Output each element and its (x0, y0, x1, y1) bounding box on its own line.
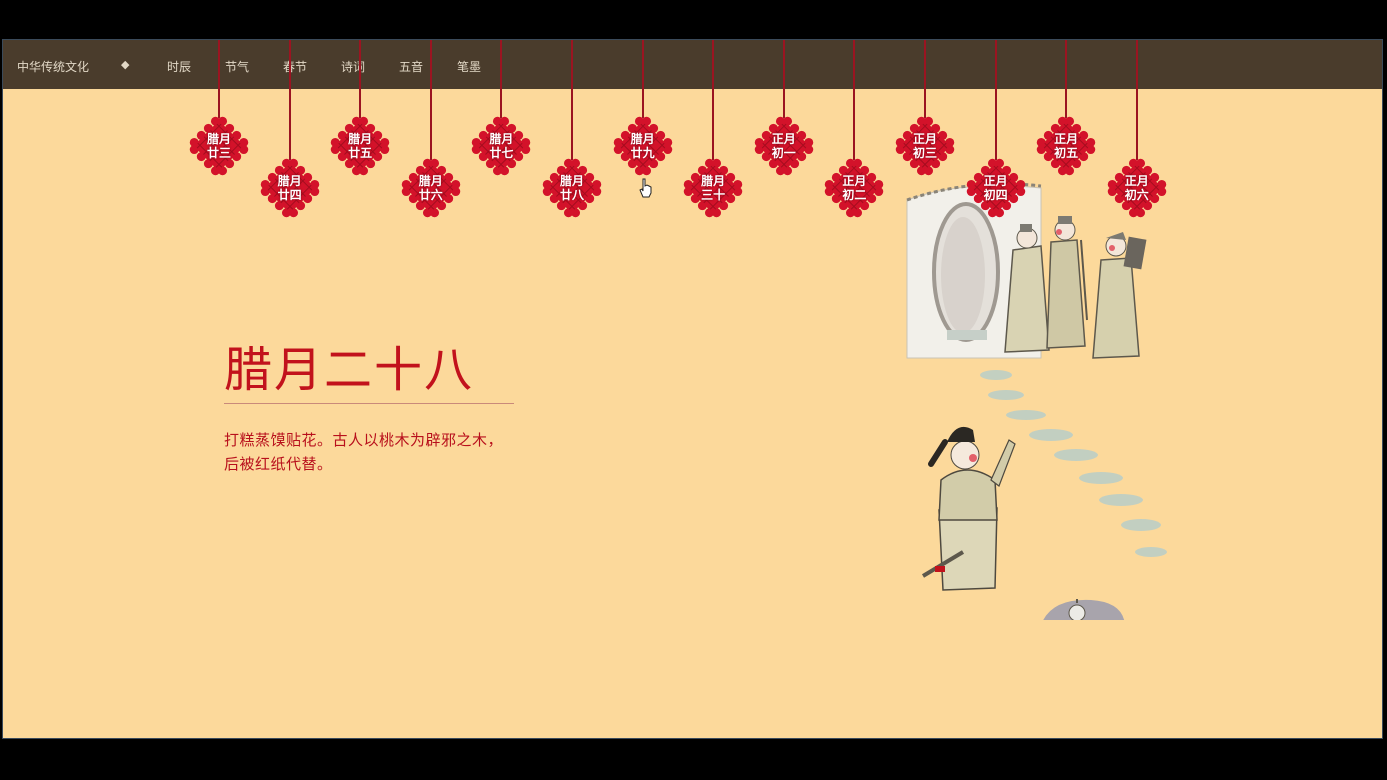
knot-day-label: 廿九 (630, 146, 655, 160)
knot-string (924, 40, 926, 118)
knot-month-label: 腊月 (206, 132, 231, 146)
knot-day-label: 初一 (771, 146, 796, 160)
knot-day-8[interactable]: 腊月 三十 (681, 40, 745, 220)
page-title: 腊月二十八 (224, 342, 475, 398)
knot-month-label: 腊月 (348, 132, 373, 146)
page-frame: 中华传统文化 ◆ 时辰 节气 春节 诗词 五音 笔墨 腊月 廿三 腊月 廿四 腊月 廿五腊… (2, 39, 1383, 739)
knot-month-label: 腊月 (418, 174, 443, 188)
knot-month-label: 腊月 (701, 174, 726, 188)
knot-string (994, 40, 997, 160)
hand-pointer-icon (639, 178, 652, 198)
knot-month-label: 腊月 (559, 174, 584, 188)
knot-day-4[interactable]: 腊月 廿六 (399, 40, 463, 220)
knot-day-label: 廿六 (418, 188, 443, 202)
knot-day-11[interactable]: 正月 初三 (893, 40, 957, 178)
knot-month-label: 腊月 (630, 132, 655, 146)
knot-string (1065, 40, 1068, 118)
knot-day-9[interactable]: 正月 初一 (752, 40, 816, 178)
title-divider (224, 403, 514, 404)
knot-month-label: 正月 (771, 132, 796, 146)
knot-day-1[interactable]: 腊月 廿三 (187, 40, 251, 178)
knot-day-6[interactable]: 腊月 廿八 (540, 40, 604, 220)
knot-day-10[interactable]: 正月 初二 (822, 40, 886, 220)
knot-day-label: 初四 (983, 188, 1008, 202)
knot-day-label: 初二 (842, 188, 867, 202)
knot-string (218, 40, 220, 118)
knot-string (288, 40, 291, 160)
nav-diamond-icon[interactable]: ◆ (121, 58, 129, 71)
knot-string (782, 40, 785, 118)
knot-string (853, 40, 856, 160)
knot-string (500, 40, 503, 118)
knot-month-label: 正月 (983, 174, 1008, 188)
knot-day-5[interactable]: 腊月 廿七 (469, 40, 533, 178)
knot-string (712, 40, 715, 160)
day-description: 打糕蒸馍贴花。古人以桃木为辟邪之木，后被红纸代替。 (224, 431, 504, 473)
knot-day-label: 初六 (1124, 188, 1149, 202)
knot-day-3[interactable]: 腊月 廿五 (328, 40, 392, 178)
knot-day-label: 廿三 (206, 146, 231, 160)
knot-month-label: 腊月 (277, 174, 302, 188)
knot-day-label: 三十 (701, 188, 726, 202)
knot-month-label: 正月 (1054, 132, 1079, 146)
knot-string (429, 40, 432, 160)
knot-string (641, 40, 644, 118)
knot-month-label: 正月 (912, 132, 937, 146)
ink-painting-illustration (906, 182, 1167, 620)
knot-month-label: 腊月 (489, 132, 514, 146)
knot-day-label: 廿七 (489, 146, 514, 160)
knot-string (359, 40, 362, 118)
knot-day-label: 廿五 (348, 146, 373, 160)
knot-string (571, 40, 573, 160)
knot-day-label: 廿四 (277, 188, 302, 202)
knot-day-7[interactable]: 腊月 廿九 (611, 40, 675, 178)
knot-month-label: 正月 (842, 174, 867, 188)
knot-day-label: 廿八 (559, 188, 584, 202)
knot-month-label: 正月 (1124, 174, 1149, 188)
nav-home[interactable]: 中华传统文化 (17, 58, 89, 75)
knot-day-12[interactable]: 正月 初四 (964, 40, 1028, 220)
knot-string (1135, 40, 1138, 160)
knot-day-label: 初五 (1054, 146, 1079, 160)
knot-day-14[interactable]: 正月 初六 (1105, 40, 1169, 220)
knot-day-label: 初三 (912, 146, 937, 160)
knot-day-2[interactable]: 腊月 廿四 (258, 40, 322, 220)
knot-day-13[interactable]: 正月 初五 (1034, 40, 1098, 178)
